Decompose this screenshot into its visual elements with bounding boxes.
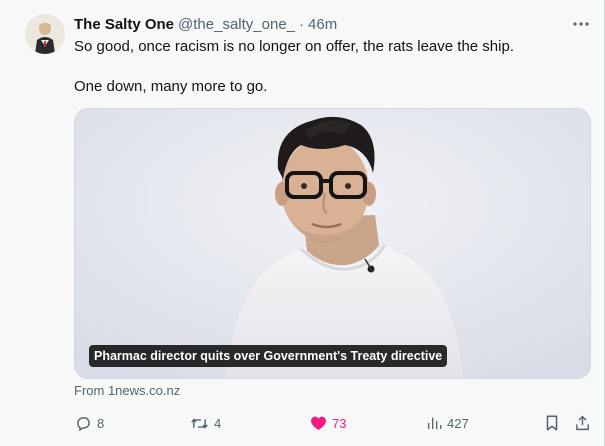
repost-icon	[191, 418, 208, 428]
repost-button[interactable]: 4	[190, 410, 221, 436]
views-count: 427	[447, 415, 469, 431]
bookmark-button[interactable]	[544, 410, 560, 436]
tweet-text-line: So good, once racism is no longer on off…	[74, 38, 514, 55]
action-bar: 8 4 73 427	[0, 410, 605, 436]
avatar-portrait-icon	[25, 14, 65, 54]
tweet-header: The Salty One @the_salty_one_ · 46m	[74, 14, 337, 34]
share-icon	[576, 415, 589, 431]
repost-count: 4	[214, 415, 222, 431]
more-options-button[interactable]	[566, 12, 596, 36]
video-thumbnail-image	[75, 109, 590, 378]
views-icon	[428, 417, 442, 429]
tweet-card[interactable]: The Salty One @the_salty_one_ · 46m So g…	[0, 0, 605, 446]
tweet-media[interactable]: Pharmac director quits over Government's…	[74, 108, 591, 379]
avatar[interactable]	[25, 14, 65, 54]
views-button[interactable]: 427	[426, 410, 469, 436]
more-icon	[573, 22, 589, 26]
like-icon	[311, 416, 326, 431]
like-count: 73	[332, 415, 347, 431]
link-source[interactable]: From 1news.co.nz	[74, 383, 180, 398]
share-button[interactable]	[574, 410, 591, 436]
tweet-text-line: One down, many more to go.	[74, 78, 268, 95]
reply-count: 8	[97, 415, 105, 431]
author-display-name[interactable]: The Salty One	[74, 16, 174, 33]
like-button[interactable]: 73	[310, 410, 346, 436]
bookmark-icon	[546, 415, 558, 431]
reply-button[interactable]: 8	[75, 410, 104, 436]
reply-icon	[77, 416, 90, 431]
tweet-timestamp[interactable]: 46m	[308, 16, 337, 33]
author-handle[interactable]: @the_salty_one_	[178, 16, 295, 33]
video-caption: Pharmac director quits over Government's…	[89, 345, 448, 367]
header-separator: ·	[299, 15, 305, 33]
